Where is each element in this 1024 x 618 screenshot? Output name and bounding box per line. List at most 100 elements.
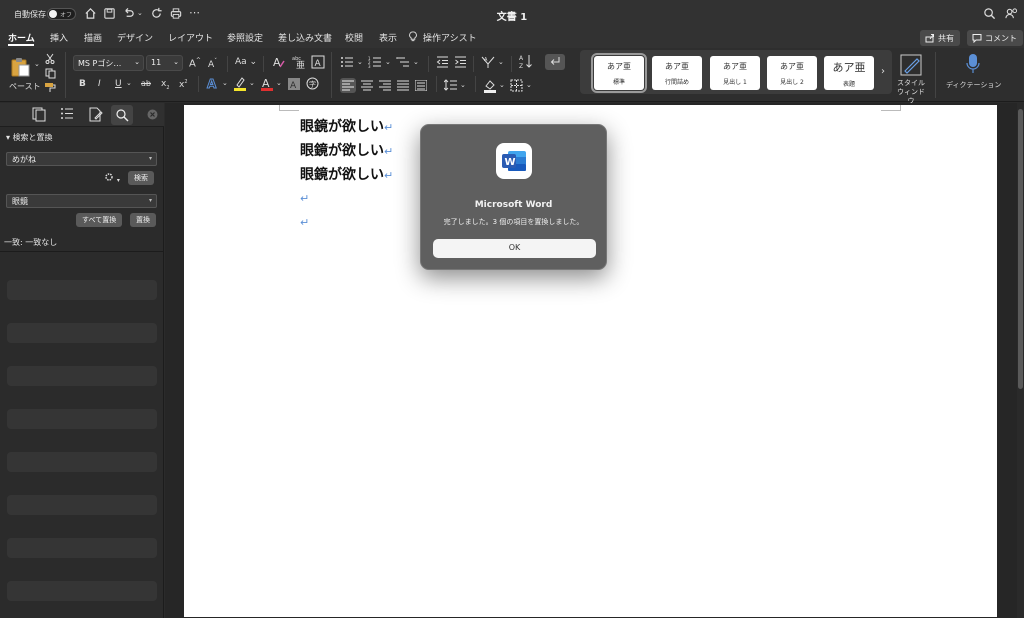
styles-pane-icon[interactable] [900, 54, 922, 79]
microphone-icon[interactable] [966, 53, 980, 78]
tab-review[interactable]: 校閲 [345, 31, 363, 44]
borders-icon[interactable] [510, 79, 523, 95]
increase-indent-icon[interactable] [454, 56, 467, 71]
highlight-icon[interactable] [233, 76, 247, 94]
svg-text:W: W [505, 157, 516, 168]
chevron-down-icon[interactable]: ⌄ [276, 79, 282, 87]
document-line[interactable]: 眼鏡が欲しい↵ [300, 116, 393, 136]
account-icon[interactable] [1005, 7, 1019, 21]
vertical-scrollbar[interactable] [1017, 103, 1024, 618]
thumbnails-icon[interactable] [32, 107, 50, 123]
align-right-icon[interactable] [379, 80, 391, 94]
style-heading-2[interactable]: あア亜 見出し 2 [767, 56, 817, 90]
text-effects-icon[interactable]: A [206, 76, 220, 93]
grow-font-button[interactable]: A^ [189, 57, 201, 69]
paste-icon[interactable] [10, 56, 32, 81]
comments-pane-icon[interactable] [88, 107, 106, 123]
search-input[interactable]: めがね ▾ [6, 152, 157, 166]
tab-mailings[interactable]: 差し込み文書 [278, 31, 332, 44]
asian-layout-icon[interactable]: A [481, 55, 495, 72]
tab-draw[interactable]: 描画 [84, 31, 102, 44]
tab-tell-me[interactable]: 操作アシスト [423, 31, 477, 44]
empty-paragraph[interactable]: ↵ [300, 190, 309, 206]
document-line[interactable]: 眼鏡が欲しい↵ [300, 164, 393, 184]
replace-input[interactable]: 眼鏡 ▾ [6, 194, 157, 208]
change-case-button[interactable]: Aa ⌄ [235, 57, 257, 67]
search-button[interactable]: 検索 [128, 171, 154, 185]
copy-icon[interactable] [45, 68, 56, 82]
search-result-status: 一致: 一致なし [4, 238, 58, 247]
multilevel-list-icon[interactable] [396, 56, 410, 71]
style-normal[interactable]: あア亜 標準 [591, 53, 647, 93]
italic-button[interactable]: I [98, 79, 101, 89]
find-tab-icon[interactable] [111, 105, 133, 125]
chevron-down-icon[interactable]: ⌄ [526, 81, 532, 89]
font-size-dropdown[interactable]: 11 ⌄ [146, 55, 183, 71]
shrink-font-button[interactable]: Aˇ [208, 58, 217, 70]
character-shading-icon[interactable]: A [288, 78, 300, 93]
tab-layout[interactable]: レイアウト [168, 31, 213, 44]
chevron-down-icon[interactable]: ⌄ [413, 58, 419, 66]
phonetic-guide-icon[interactable]: abc 亜 [292, 55, 306, 72]
outline-icon[interactable] [60, 107, 78, 123]
empty-paragraph[interactable]: ↵ [300, 214, 309, 230]
style-no-spacing[interactable]: あア亜 行間詰め [652, 56, 702, 90]
scroll-thumb[interactable] [1018, 109, 1023, 389]
sort-icon[interactable]: AZ [519, 54, 533, 72]
justify-icon[interactable] [397, 80, 409, 94]
style-title[interactable]: あア亜 表題 [824, 56, 874, 90]
underline-dropdown-icon[interactable]: ⌄ [126, 79, 132, 87]
tab-home[interactable]: ホーム [8, 31, 35, 44]
underline-button[interactable]: U [115, 79, 122, 89]
paste-dropdown-icon[interactable]: ⌄ [34, 60, 40, 68]
superscript-button[interactable]: x2 [179, 79, 188, 90]
chevron-down-icon[interactable]: ⌄ [222, 79, 228, 87]
bullets-icon[interactable] [340, 56, 354, 71]
tab-references[interactable]: 参照設定 [227, 31, 263, 44]
styles-more-icon[interactable]: › [881, 66, 885, 77]
format-painter-icon[interactable] [44, 82, 56, 96]
enclose-characters-icon[interactable]: 字 [306, 77, 319, 93]
share-button[interactable]: 共有 [920, 30, 960, 46]
find-replace-header[interactable]: ▾ 検索と置換 [6, 132, 53, 143]
dictation-label[interactable]: ディクテーション [946, 80, 1001, 90]
tell-me-icon[interactable] [408, 31, 418, 45]
comment-button[interactable]: コメント [967, 30, 1023, 46]
word-app-icon: W [496, 143, 532, 179]
shading-icon[interactable] [483, 78, 497, 96]
strikethrough-button[interactable]: ab [141, 79, 151, 88]
subscript-button[interactable]: x2 [161, 79, 170, 91]
decrease-indent-icon[interactable] [436, 56, 449, 71]
cut-icon[interactable] [45, 53, 55, 67]
distributed-icon[interactable] [414, 79, 428, 94]
align-left-button[interactable] [340, 78, 356, 93]
grow-font-label: A [189, 58, 196, 70]
style-heading-1[interactable]: あア亜 見出し 1 [710, 56, 760, 90]
show-formatting-marks-button[interactable] [545, 54, 565, 70]
search-options-button[interactable]: ▾ [104, 172, 120, 185]
chevron-down-icon[interactable]: ⌄ [499, 81, 505, 89]
close-pane-icon[interactable] [147, 109, 165, 125]
search-icon[interactable] [983, 7, 997, 21]
replace-button[interactable]: 置換 [130, 213, 156, 227]
character-border-icon[interactable]: A [311, 55, 325, 72]
chevron-down-icon[interactable]: ⌄ [498, 58, 504, 66]
bold-button[interactable]: B [79, 79, 86, 89]
document-line[interactable]: 眼鏡が欲しい↵ [300, 140, 393, 160]
tab-design[interactable]: デザイン [117, 31, 153, 44]
styles-pane-label[interactable]: スタイル ウィンドウ [895, 79, 927, 106]
font-name-dropdown[interactable]: MS Pゴシ… ⌄ [73, 55, 144, 71]
tab-view[interactable]: 表示 [379, 31, 397, 44]
font-color-icon[interactable]: A [260, 76, 274, 94]
numbering-icon[interactable]: 123 [368, 56, 382, 71]
ok-button[interactable]: OK [433, 239, 596, 258]
chevron-down-icon[interactable]: ⌄ [357, 58, 363, 66]
tab-insert[interactable]: 挿入 [50, 31, 68, 44]
clear-formatting-icon[interactable]: A [272, 55, 286, 72]
align-center-icon[interactable] [361, 80, 373, 94]
replace-all-button[interactable]: すべて置換 [76, 213, 123, 227]
chevron-down-icon[interactable]: ⌄ [385, 58, 391, 66]
chevron-down-icon[interactable]: ⌄ [249, 79, 255, 87]
line-spacing-icon[interactable] [443, 79, 457, 94]
chevron-down-icon[interactable]: ⌄ [460, 81, 466, 89]
